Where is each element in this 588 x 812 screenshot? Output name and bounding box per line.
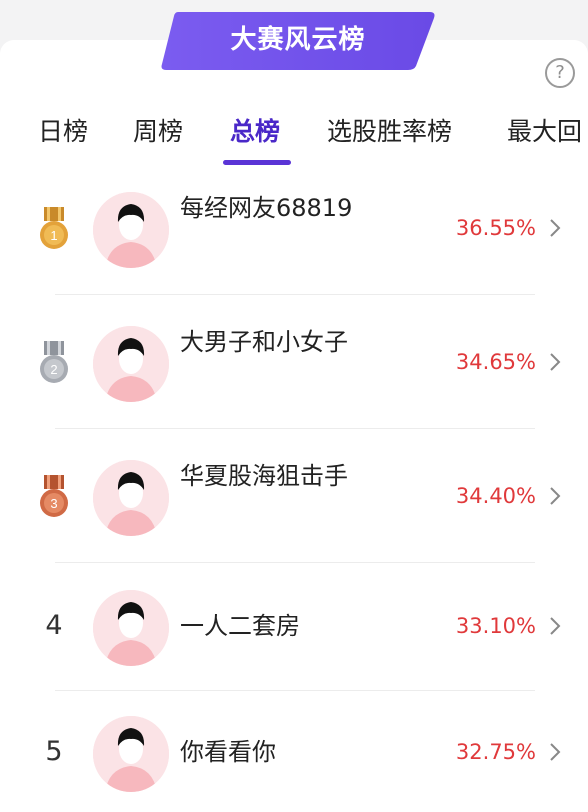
row-divider bbox=[55, 294, 535, 295]
medal-rank-label: 3 bbox=[50, 496, 57, 511]
rank-number: 5 bbox=[45, 736, 63, 767]
leaderboard-row[interactable]: 5 你看看你 32.75% bbox=[0, 708, 588, 812]
chevron-right-icon[interactable] bbox=[548, 217, 562, 239]
active-tab-indicator bbox=[223, 160, 291, 165]
avatar[interactable] bbox=[93, 192, 169, 268]
user-name: 大男子和小女子 bbox=[180, 328, 348, 356]
gold-medal-icon: 1 bbox=[40, 207, 68, 249]
user-name: 你看看你 bbox=[180, 738, 276, 766]
leaderboard-banner: 大赛风云榜 bbox=[160, 10, 436, 70]
user-name: 每经网友68819 bbox=[180, 194, 353, 222]
leaderboard-row[interactable]: 3 华夏股海狙击手 34.40% bbox=[0, 448, 588, 580]
user-avatar-icon bbox=[93, 192, 169, 268]
tab-overall[interactable]: 总榜 bbox=[230, 112, 280, 148]
leaderboard-row[interactable]: 2 大男子和小女子 34.65% bbox=[0, 314, 588, 446]
win-rate: 34.65% bbox=[455, 350, 536, 374]
user-avatar-icon bbox=[93, 460, 169, 536]
row-divider bbox=[55, 428, 535, 429]
banner-title: 大赛风云榜 bbox=[230, 25, 366, 55]
chevron-right-icon[interactable] bbox=[548, 485, 562, 507]
user-name: 华夏股海狙击手 bbox=[180, 462, 348, 490]
tab-bar: 日榜 周榜 总榜 选股胜率榜 最大回 bbox=[0, 100, 588, 170]
win-rate: 36.55% bbox=[455, 216, 536, 240]
medal-rank-label: 2 bbox=[50, 362, 57, 377]
user-name: 一人二套房 bbox=[180, 612, 300, 640]
chevron-right-icon[interactable] bbox=[548, 351, 562, 373]
avatar[interactable] bbox=[93, 326, 169, 402]
chevron-right-icon[interactable] bbox=[548, 615, 562, 637]
silver-medal-icon: 2 bbox=[40, 341, 68, 383]
leaderboard-row[interactable]: 4 一人二套房 33.10% bbox=[0, 582, 588, 714]
tab-stock-win-rate[interactable]: 选股胜率榜 bbox=[327, 112, 452, 148]
tab-max-drawdown[interactable]: 最大回 bbox=[507, 112, 582, 148]
tab-daily[interactable]: 日榜 bbox=[38, 112, 88, 148]
rank-number: 4 bbox=[45, 610, 63, 641]
bronze-medal-icon: 3 bbox=[40, 475, 68, 517]
tab-weekly[interactable]: 周榜 bbox=[133, 112, 183, 148]
win-rate: 33.10% bbox=[455, 614, 536, 638]
chevron-right-icon[interactable] bbox=[548, 741, 562, 763]
user-avatar-icon bbox=[93, 326, 169, 402]
user-avatar-icon bbox=[93, 716, 169, 792]
win-rate: 34.40% bbox=[455, 484, 536, 508]
row-divider bbox=[55, 562, 535, 563]
avatar[interactable] bbox=[93, 460, 169, 536]
win-rate: 32.75% bbox=[455, 740, 536, 764]
user-avatar-icon bbox=[93, 590, 169, 666]
leaderboard-row[interactable]: 1 每经网友68819 36.55% bbox=[0, 180, 588, 312]
avatar[interactable] bbox=[93, 590, 169, 666]
help-icon[interactable]: ? bbox=[545, 58, 575, 88]
row-divider bbox=[55, 690, 535, 691]
medal-rank-label: 1 bbox=[50, 228, 57, 243]
avatar[interactable] bbox=[93, 716, 169, 792]
